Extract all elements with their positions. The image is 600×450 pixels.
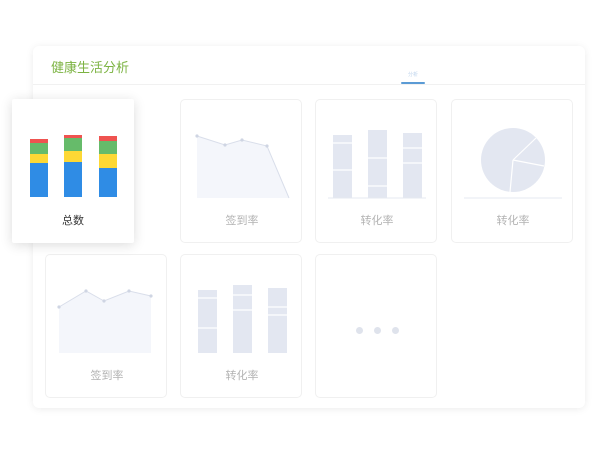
card-label: 转化率 [360,214,394,227]
card-checkin-rate-area[interactable]: 签到率 [45,254,167,398]
card-label: 总数 [62,214,84,227]
card-label: 签到率 [225,214,259,227]
more-dots-icon [356,327,399,335]
card-total-active[interactable]: 总数 [12,99,134,243]
card-label: 签到率 [90,369,124,382]
card-more[interactable] [315,254,437,398]
panel-tab-label[interactable]: 分析 [401,71,425,79]
card-conversion-rate-bar[interactable]: 转化率 [315,99,437,243]
card-label: 转化率 [225,369,259,382]
header-divider [33,84,585,85]
panel-title: 健康生活分析 [51,61,130,76]
card-label: 转化率 [496,214,530,227]
card-conversion-rate-pie[interactable]: 转化率 [451,99,573,243]
card-conversion-rate-stacked[interactable]: 转化率 [180,254,302,398]
card-checkin-rate-line[interactable]: 签到率 [180,99,302,243]
